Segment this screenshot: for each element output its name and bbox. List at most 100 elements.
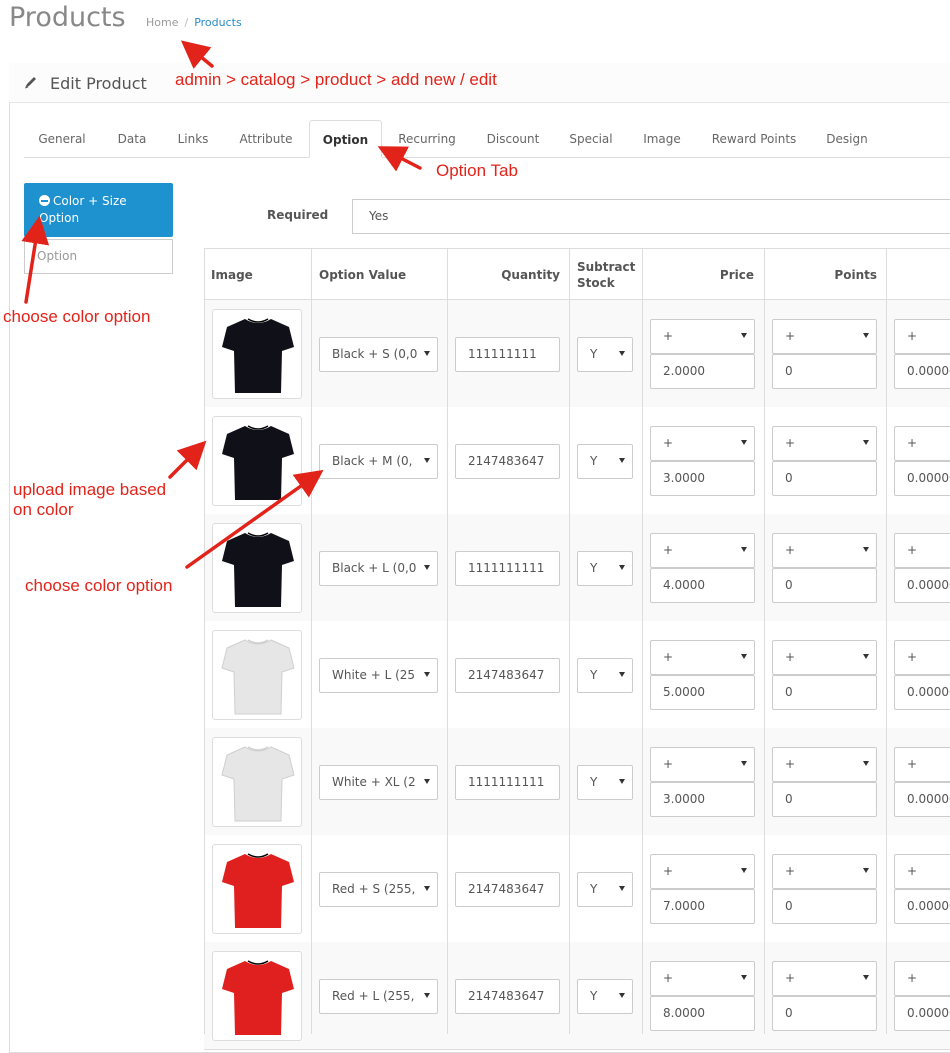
- points-prefix-select[interactable]: +: [772, 533, 877, 568]
- column-divider: [311, 248, 312, 1034]
- points-input[interactable]: 0: [772, 675, 877, 710]
- subtract-stock-select[interactable]: Y: [577, 444, 633, 479]
- points-prefix-select[interactable]: +: [772, 426, 877, 461]
- price-prefix-select[interactable]: +: [650, 961, 755, 996]
- price-prefix-select[interactable]: +: [650, 747, 755, 782]
- price-prefix-select-value: +: [663, 971, 674, 985]
- breadcrumb-products[interactable]: Products: [194, 16, 242, 29]
- option-value-select[interactable]: Red + S (255,: [319, 872, 438, 907]
- column-header-points: Points: [834, 268, 877, 282]
- points-prefix-select[interactable]: +: [772, 854, 877, 889]
- subtract-stock-select[interactable]: Y: [577, 551, 633, 586]
- price-prefix-select[interactable]: +: [650, 640, 755, 675]
- chevron-down-icon: [619, 458, 625, 463]
- minus-circle-icon[interactable]: [39, 195, 50, 206]
- weight-input[interactable]: 0.00000: [894, 782, 950, 817]
- tab-general[interactable]: General: [24, 120, 100, 158]
- tab-reward-points[interactable]: Reward Points: [698, 120, 810, 158]
- tab-attribute[interactable]: Attribute: [226, 120, 306, 158]
- option-image-thumbnail[interactable]: [212, 737, 302, 827]
- option-value-select[interactable]: Black + S (0,0: [319, 337, 438, 372]
- chevron-down-icon: [424, 565, 430, 570]
- option-value-select[interactable]: Black + L (0,0: [319, 551, 438, 586]
- weight-prefix-select-value: +: [907, 757, 918, 771]
- weight-prefix-select[interactable]: +: [894, 319, 950, 354]
- price-input[interactable]: 3.0000: [650, 461, 755, 496]
- page-title: Products: [9, 2, 126, 33]
- points-input[interactable]: 0: [772, 461, 877, 496]
- weight-input[interactable]: 0.00000: [894, 675, 950, 710]
- quantity-input[interactable]: 1111111111: [455, 551, 560, 586]
- tab-discount[interactable]: Discount: [472, 120, 554, 158]
- weight-prefix-select[interactable]: +: [894, 747, 950, 782]
- option-value-select[interactable]: Black + M (0,: [319, 444, 438, 479]
- subtract-stock-select[interactable]: Y: [577, 658, 633, 693]
- price-input[interactable]: 7.0000: [650, 889, 755, 924]
- option-value-select-value: White + L (25: [332, 668, 416, 682]
- points-input[interactable]: 0: [772, 996, 877, 1031]
- option-autocomplete-input[interactable]: Option: [24, 239, 173, 274]
- tab-data[interactable]: Data: [104, 120, 160, 158]
- points-input[interactable]: 0: [772, 354, 877, 389]
- option-value-select-value: Black + S (0,0: [332, 347, 418, 361]
- option-nav-item-color-size[interactable]: Color + Size Option: [24, 183, 173, 237]
- option-image-thumbnail[interactable]: [212, 951, 302, 1041]
- option-value-select[interactable]: White + XL (2: [319, 765, 438, 800]
- price-prefix-select[interactable]: +: [650, 533, 755, 568]
- points-input[interactable]: 0: [772, 782, 877, 817]
- weight-input[interactable]: 0.00000: [894, 889, 950, 924]
- chevron-down-icon: [741, 547, 747, 552]
- annotation-choose-color-2: choose color option: [25, 576, 173, 595]
- price-input[interactable]: 3.0000: [650, 782, 755, 817]
- points-prefix-select[interactable]: +: [772, 747, 877, 782]
- quantity-input[interactable]: 1111111111: [455, 765, 560, 800]
- weight-input[interactable]: 0.00000: [894, 996, 950, 1031]
- option-image-thumbnail[interactable]: [212, 416, 302, 506]
- weight-input[interactable]: 0.00000: [894, 354, 950, 389]
- subtract-stock-select-value: Y: [590, 775, 598, 789]
- option-image-thumbnail[interactable]: [212, 844, 302, 934]
- tab-recurring[interactable]: Recurring: [386, 120, 468, 158]
- weight-prefix-select[interactable]: +: [894, 961, 950, 996]
- quantity-input[interactable]: 2147483647: [455, 979, 560, 1014]
- chevron-down-icon: [619, 886, 625, 891]
- points-prefix-select[interactable]: +: [772, 640, 877, 675]
- option-image-thumbnail[interactable]: [212, 523, 302, 613]
- option-image-thumbnail[interactable]: [212, 309, 302, 399]
- subtract-stock-select[interactable]: Y: [577, 872, 633, 907]
- price-input[interactable]: 2.0000: [650, 354, 755, 389]
- option-image-thumbnail[interactable]: [212, 630, 302, 720]
- tab-special[interactable]: Special: [558, 120, 624, 158]
- required-select[interactable]: Yes: [352, 199, 950, 234]
- option-value-select[interactable]: White + L (25: [319, 658, 438, 693]
- price-input[interactable]: 5.0000: [650, 675, 755, 710]
- breadcrumb-home[interactable]: Home: [146, 16, 178, 29]
- points-prefix-select[interactable]: +: [772, 961, 877, 996]
- option-value-select[interactable]: Red + L (255,: [319, 979, 438, 1014]
- weight-input[interactable]: 0.00000: [894, 568, 950, 603]
- price-prefix-select[interactable]: +: [650, 426, 755, 461]
- weight-prefix-select[interactable]: +: [894, 533, 950, 568]
- quantity-input[interactable]: 111111111: [455, 337, 560, 372]
- weight-input[interactable]: 0.00000: [894, 461, 950, 496]
- subtract-stock-select[interactable]: Y: [577, 765, 633, 800]
- quantity-input[interactable]: 2147483647: [455, 444, 560, 479]
- points-input[interactable]: 0: [772, 889, 877, 924]
- weight-prefix-select[interactable]: +: [894, 640, 950, 675]
- quantity-input[interactable]: 2147483647: [455, 658, 560, 693]
- points-input[interactable]: 0: [772, 568, 877, 603]
- subtract-stock-select[interactable]: Y: [577, 979, 633, 1014]
- tab-design[interactable]: Design: [814, 120, 880, 158]
- quantity-input[interactable]: 2147483647: [455, 872, 560, 907]
- subtract-stock-select[interactable]: Y: [577, 337, 633, 372]
- price-prefix-select[interactable]: +: [650, 319, 755, 354]
- price-prefix-select[interactable]: +: [650, 854, 755, 889]
- tab-option[interactable]: Option: [309, 120, 382, 158]
- price-input[interactable]: 8.0000: [650, 996, 755, 1031]
- price-input[interactable]: 4.0000: [650, 568, 755, 603]
- tab-image[interactable]: Image: [628, 120, 696, 158]
- tab-links[interactable]: Links: [162, 120, 224, 158]
- points-prefix-select[interactable]: +: [772, 319, 877, 354]
- weight-prefix-select[interactable]: +: [894, 854, 950, 889]
- weight-prefix-select[interactable]: +: [894, 426, 950, 461]
